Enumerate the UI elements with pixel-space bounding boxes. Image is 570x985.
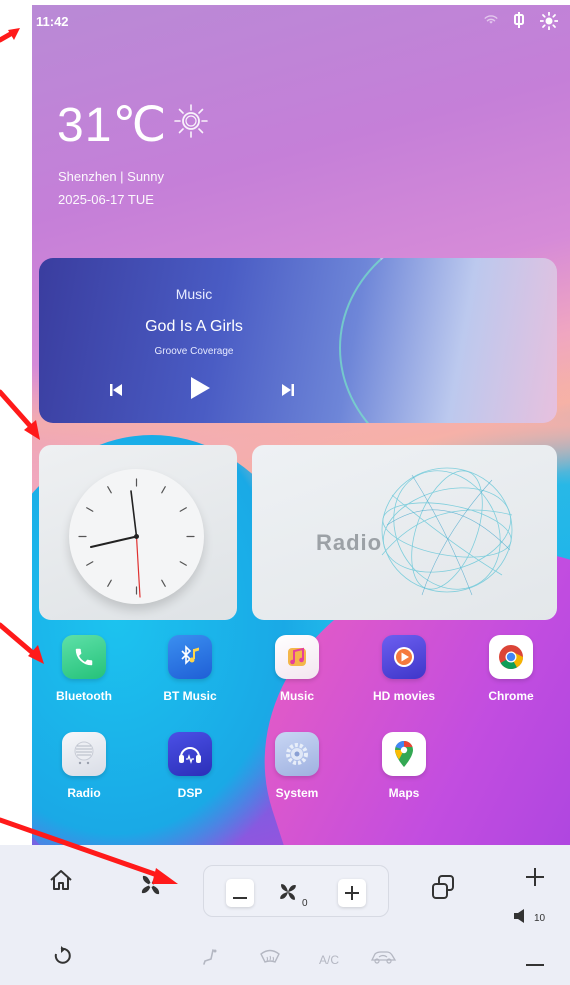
annotation-arrows (0, 28, 178, 884)
